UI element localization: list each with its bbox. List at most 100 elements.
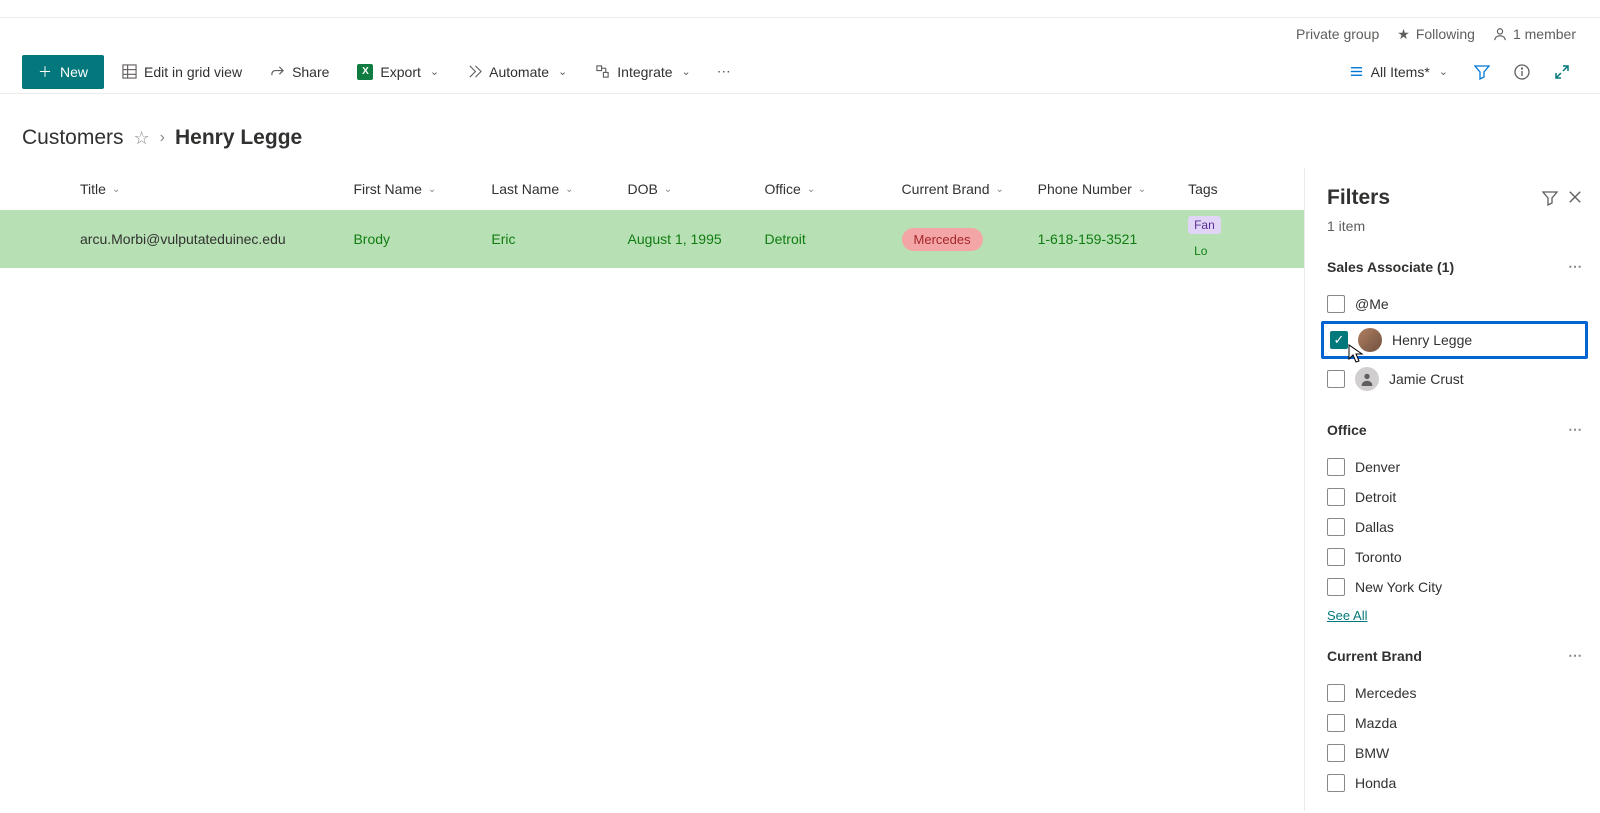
members-link[interactable]: 1 member [1493, 26, 1576, 42]
cell-office: Detroit [765, 231, 902, 247]
chevron-down-icon: ⌄ [682, 65, 691, 78]
filter-option-honda[interactable]: Honda [1327, 768, 1582, 798]
cell-brand: Mercedes [902, 228, 1038, 251]
filter-group-more-icon[interactable]: ⋯ [1568, 258, 1582, 275]
column-header-brand[interactable]: Current Brand⌄ [902, 181, 1038, 197]
filter-group-label: Current Brand [1327, 648, 1422, 664]
checkbox-unchecked[interactable] [1327, 578, 1345, 596]
view-selector-label: All Items* [1371, 64, 1430, 80]
cell-tags: Fan Lo [1188, 210, 1304, 268]
filters-panel: Filters 1 item Sales Associate (1) ⋯ @Me [1304, 168, 1600, 811]
checkbox-unchecked[interactable] [1327, 684, 1345, 702]
expand-button[interactable] [1546, 56, 1578, 88]
chevron-down-icon: ⌄ [1439, 65, 1448, 78]
column-header-dob[interactable]: DOB⌄ [627, 181, 764, 197]
checkbox-checked[interactable]: ✓ [1330, 331, 1348, 349]
column-header-tags[interactable]: Tags [1188, 181, 1304, 197]
checkbox-unchecked[interactable] [1327, 714, 1345, 732]
breadcrumb: Customers ☆ › Henry Legge [0, 94, 1600, 168]
cell-dob: August 1, 1995 [627, 231, 764, 247]
filter-option-label: Denver [1355, 459, 1400, 475]
column-header-last-name[interactable]: Last Name⌄ [491, 181, 627, 197]
filter-option-bmw[interactable]: BMW [1327, 738, 1582, 768]
avatar [1355, 367, 1379, 391]
checkbox-unchecked[interactable] [1327, 488, 1345, 506]
checkbox-unchecked[interactable] [1327, 548, 1345, 566]
filter-option-henry-legge[interactable]: ✓ Henry Legge [1321, 321, 1588, 359]
header-row: Private group ★ Following 1 member [0, 18, 1600, 50]
checkbox-unchecked[interactable] [1327, 744, 1345, 762]
filter-option-nyc[interactable]: New York City [1327, 572, 1582, 602]
filter-option-label: Dallas [1355, 519, 1394, 535]
filter-group-label: Office [1327, 422, 1367, 438]
table-row[interactable]: arcu.Morbi@vulputateduinec.edu Brody Eri… [0, 210, 1304, 268]
filter-group-sales-associate: Sales Associate (1) ⋯ @Me ✓ Henry Legge … [1327, 258, 1582, 397]
cell-first-name: Brody [353, 231, 491, 247]
filter-option-denver[interactable]: Denver [1327, 452, 1582, 482]
column-header-office[interactable]: Office⌄ [765, 181, 902, 197]
star-filled-icon: ★ [1397, 26, 1410, 43]
column-header-title[interactable]: Title⌄ [80, 181, 353, 197]
filter-option-toronto[interactable]: Toronto [1327, 542, 1582, 572]
avatar [1358, 328, 1382, 352]
checkbox-unchecked[interactable] [1327, 774, 1345, 792]
filter-option-label: Toronto [1355, 549, 1402, 565]
breadcrumb-root[interactable]: Customers [22, 126, 124, 150]
filter-option-mercedes[interactable]: Mercedes [1327, 678, 1582, 708]
clear-filters-icon[interactable] [1542, 190, 1558, 206]
edit-grid-button[interactable]: Edit in grid view [112, 58, 252, 86]
filter-option-me[interactable]: @Me [1327, 289, 1582, 319]
top-strip [0, 0, 1600, 18]
see-all-link[interactable]: See All [1327, 608, 1367, 623]
integrate-button[interactable]: Integrate ⌄ [585, 58, 700, 86]
favorite-star-icon[interactable]: ☆ [134, 128, 150, 149]
filter-toggle-button[interactable] [1466, 56, 1498, 88]
checkbox-unchecked[interactable] [1327, 370, 1345, 388]
filter-option-label: Mercedes [1355, 685, 1416, 701]
list-icon [1349, 64, 1364, 79]
checkbox-unchecked[interactable] [1327, 458, 1345, 476]
list-area: Title⌄ First Name⌄ Last Name⌄ DOB⌄ Offic… [0, 168, 1304, 811]
filter-option-dallas[interactable]: Dallas [1327, 512, 1582, 542]
filter-group-more-icon[interactable]: ⋯ [1568, 647, 1582, 664]
share-label: Share [292, 64, 329, 80]
members-label: 1 member [1513, 26, 1576, 42]
column-header-phone[interactable]: Phone Number⌄ [1038, 181, 1188, 197]
brand-pill: Mercedes [902, 228, 983, 251]
chevron-down-icon: ⌄ [664, 184, 672, 195]
share-button[interactable]: Share [260, 58, 339, 86]
checkbox-unchecked[interactable] [1327, 518, 1345, 536]
excel-icon: X [357, 64, 373, 80]
filter-option-jamie-crust[interactable]: Jamie Crust [1327, 361, 1582, 397]
chevron-down-icon: ⌄ [1138, 184, 1146, 195]
filter-option-label: @Me [1355, 296, 1389, 312]
cell-title[interactable]: arcu.Morbi@vulputateduinec.edu [80, 231, 353, 247]
breadcrumb-current: Henry Legge [175, 126, 302, 150]
view-selector[interactable]: All Items* ⌄ [1339, 58, 1458, 86]
automate-button[interactable]: Automate ⌄ [457, 58, 577, 86]
filter-option-label: New York City [1355, 579, 1442, 595]
following-label: Following [1416, 26, 1475, 42]
filter-option-label: Jamie Crust [1389, 371, 1464, 387]
filter-group-label: Sales Associate (1) [1327, 259, 1454, 275]
chevron-down-icon: ⌄ [995, 184, 1003, 195]
more-actions-button[interactable]: ⋯ [709, 63, 739, 80]
filter-option-label: Honda [1355, 775, 1396, 791]
close-filters-icon[interactable] [1568, 190, 1582, 206]
share-icon [270, 64, 285, 79]
plus-icon: ＋ [38, 62, 52, 82]
filter-option-label: Mazda [1355, 715, 1397, 731]
info-button[interactable] [1506, 56, 1538, 88]
checkbox-unchecked[interactable] [1327, 295, 1345, 313]
following-toggle[interactable]: ★ Following [1397, 26, 1475, 43]
export-button[interactable]: X Export ⌄ [347, 58, 449, 86]
cell-phone: 1-618-159-3521 [1038, 231, 1188, 247]
filter-group-more-icon[interactable]: ⋯ [1568, 421, 1582, 438]
flow-icon [467, 64, 482, 79]
column-header-first-name[interactable]: First Name⌄ [353, 181, 491, 197]
chevron-down-icon: ⌄ [807, 184, 815, 195]
new-button[interactable]: ＋ New [22, 55, 104, 89]
filter-option-label: Detroit [1355, 489, 1396, 505]
filter-option-detroit[interactable]: Detroit [1327, 482, 1582, 512]
filter-option-mazda[interactable]: Mazda [1327, 708, 1582, 738]
